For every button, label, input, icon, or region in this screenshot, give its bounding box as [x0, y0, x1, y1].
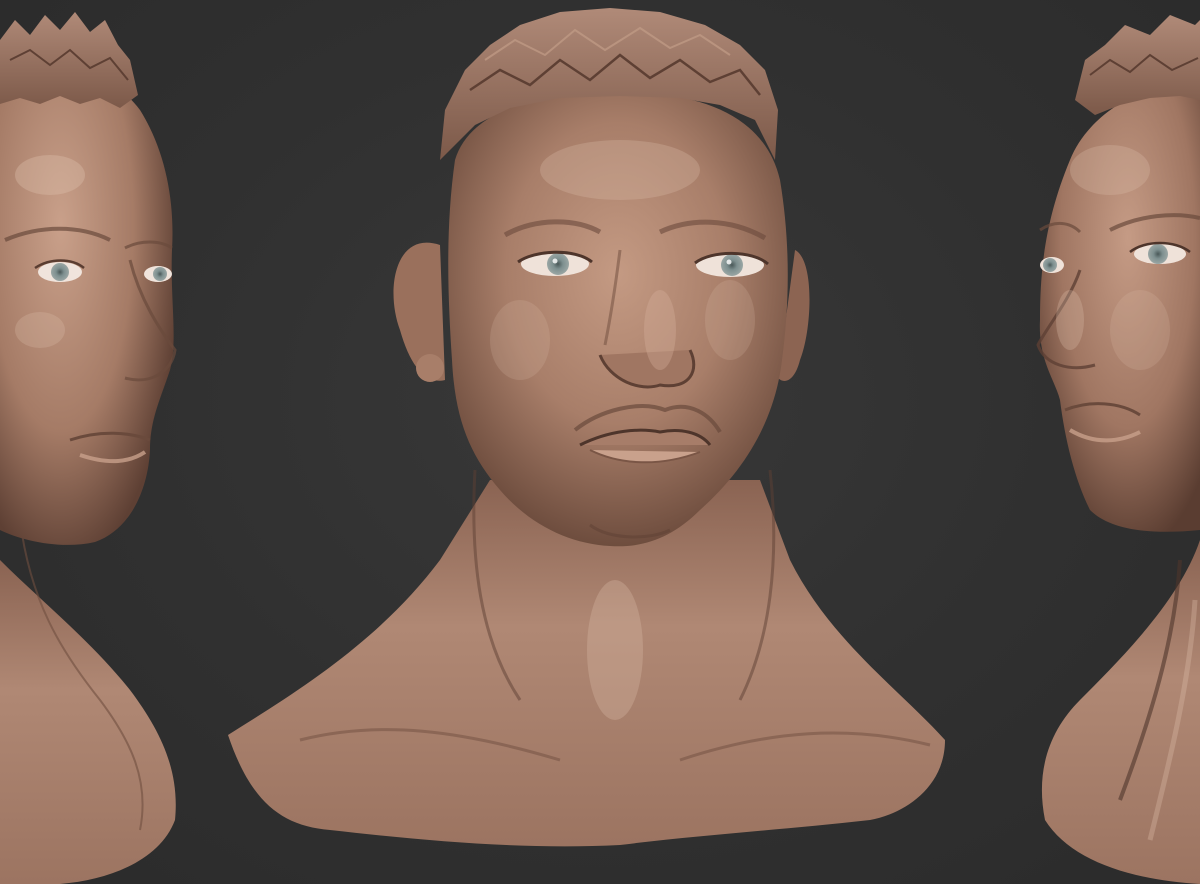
- hair-left: [0, 12, 138, 108]
- sculpt-render: [0, 8, 1200, 884]
- bust-three-quarter-right: [1036, 15, 1200, 884]
- bust-front: [228, 8, 945, 847]
- sculpt-viewport[interactable]: [0, 0, 1200, 884]
- bust-three-quarter-left: [0, 12, 177, 884]
- eye-left-view-iris: [51, 263, 69, 281]
